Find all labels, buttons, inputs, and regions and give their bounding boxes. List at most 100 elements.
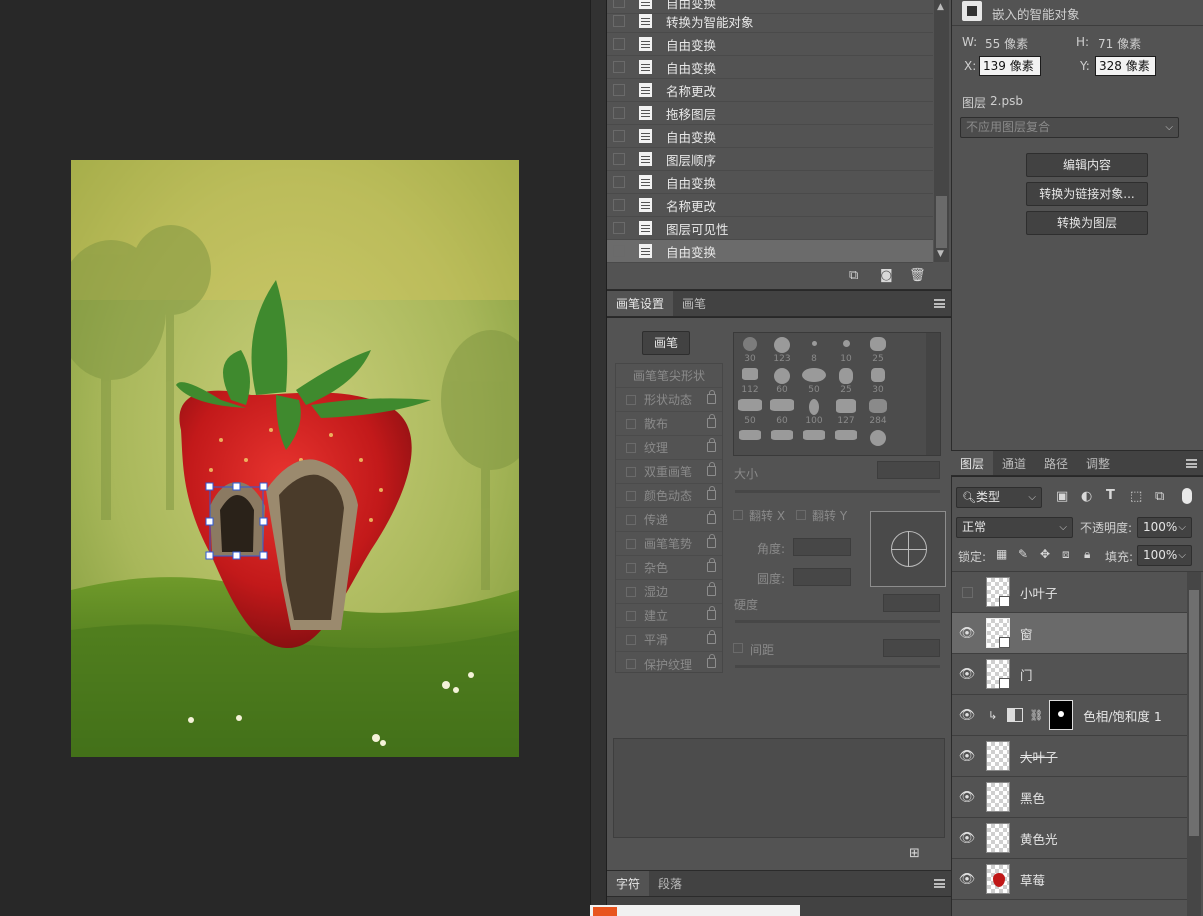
- history-item-selected[interactable]: 自由变换: [607, 240, 933, 263]
- option-checkbox[interactable]: [626, 562, 636, 573]
- width-value[interactable]: 55 像素: [985, 35, 1028, 52]
- layer-filter-select[interactable]: 🔍︎类型 ⌵: [956, 487, 1042, 508]
- pixel-filter-icon[interactable]: ▣: [1056, 489, 1068, 504]
- layer-row[interactable]: 👁︎ 黑色: [952, 777, 1188, 818]
- snapshot-source-checkbox[interactable]: [613, 153, 625, 165]
- history-item[interactable]: 自由变换: [607, 171, 933, 194]
- snapshot-source-checkbox[interactable]: [613, 15, 625, 27]
- brush-option[interactable]: 颜色动态: [616, 484, 722, 508]
- option-checkbox[interactable]: [626, 466, 636, 477]
- height-value[interactable]: 71 像素: [1098, 35, 1141, 52]
- hardness-slider[interactable]: [735, 620, 940, 623]
- snapshot-source-checkbox[interactable]: [613, 107, 625, 119]
- history-item[interactable]: 拖移图层: [607, 102, 933, 125]
- convert-to-layers-button[interactable]: 转换为图层: [1026, 211, 1148, 235]
- layer-name[interactable]: 黄色光: [1020, 829, 1058, 848]
- layer-row[interactable]: 👁︎ 大叶子: [952, 736, 1188, 777]
- brush-option[interactable]: 双重画笔: [616, 460, 722, 484]
- brush-tip-grid[interactable]: 30 123 8 10 25 112 60 50 25 30 50 60 100…: [733, 332, 941, 456]
- history-item[interactable]: 名称更改: [607, 194, 933, 217]
- roundness-field[interactable]: [793, 568, 851, 586]
- brush-option[interactable]: 画笔笔势: [616, 532, 722, 556]
- brush-tip[interactable]: 100: [798, 395, 830, 426]
- adjustment-filter-icon[interactable]: ◐: [1081, 489, 1092, 504]
- brush-tip[interactable]: 10: [830, 333, 862, 364]
- layers-scrollbar-thumb[interactable]: [1189, 590, 1199, 836]
- fill-field[interactable]: 100% ⌵: [1137, 545, 1192, 566]
- layer-mask-thumbnail[interactable]: [1049, 700, 1074, 730]
- tab-adjustments[interactable]: 调整: [1077, 451, 1119, 475]
- panel-menu-icon[interactable]: [1186, 459, 1197, 468]
- smart-object-filter-icon[interactable]: ⧉: [1155, 489, 1164, 504]
- layer-name[interactable]: 大叶子: [1020, 747, 1058, 766]
- opacity-field[interactable]: 100% ⌵: [1137, 517, 1192, 538]
- spacing-checkbox[interactable]: [733, 643, 743, 653]
- history-item[interactable]: 图层可见性: [607, 217, 933, 240]
- option-checkbox[interactable]: [626, 659, 636, 669]
- option-checkbox[interactable]: [626, 586, 636, 597]
- visibility-toggle-off[interactable]: [962, 586, 973, 598]
- size-slider[interactable]: [735, 490, 940, 493]
- option-checkbox[interactable]: [626, 418, 636, 429]
- snapshot-source-checkbox[interactable]: [613, 61, 625, 73]
- camera-icon[interactable]: ◙: [880, 268, 893, 283]
- lock-icon[interactable]: [707, 558, 716, 572]
- tab-layers[interactable]: 图层: [951, 451, 994, 475]
- layer-row-selected[interactable]: 👁︎ 窗: [952, 613, 1188, 654]
- new-brush-icon[interactable]: ⊞: [909, 846, 920, 861]
- brush-option[interactable]: 传递: [616, 508, 722, 532]
- tab-channels[interactable]: 通道: [993, 451, 1035, 475]
- hardness-field[interactable]: [883, 594, 940, 612]
- option-checkbox[interactable]: [626, 394, 636, 405]
- brush-option[interactable]: 建立: [616, 604, 722, 628]
- history-item[interactable]: 名称更改: [607, 79, 933, 102]
- eye-icon[interactable]: 👁︎: [952, 667, 982, 682]
- brush-tip[interactable]: 25: [862, 333, 894, 364]
- lock-image-icon[interactable]: ✎: [1018, 547, 1028, 561]
- tab-brushes[interactable]: 画笔: [673, 291, 715, 316]
- x-position-field[interactable]: 139 像素: [979, 56, 1041, 76]
- brush-tip[interactable]: [798, 426, 830, 457]
- snapshot-source-checkbox[interactable]: [613, 38, 625, 50]
- panel-menu-icon[interactable]: [934, 299, 945, 308]
- lock-icon[interactable]: [707, 438, 716, 452]
- brush-tip[interactable]: [766, 426, 798, 457]
- snapshot-source-checkbox[interactable]: [613, 199, 625, 211]
- brush-option[interactable]: 平滑: [616, 628, 722, 652]
- brush-tip[interactable]: [830, 426, 862, 457]
- eye-icon[interactable]: 👁︎: [952, 626, 982, 641]
- size-field[interactable]: [877, 461, 940, 479]
- layer-name[interactable]: 小叶子: [1020, 583, 1058, 602]
- layer-name[interactable]: 门: [1020, 665, 1033, 684]
- brush-tip[interactable]: 123: [766, 333, 798, 364]
- brush-tip[interactable]: 60: [766, 395, 798, 426]
- snapshot-source-checkbox[interactable]: [613, 176, 625, 188]
- convert-to-linked-button[interactable]: 转换为链接对象...: [1026, 182, 1148, 206]
- panel-menu-icon[interactable]: [934, 879, 945, 888]
- lock-icon[interactable]: [707, 654, 716, 668]
- history-scrollbar-thumb[interactable]: [936, 196, 947, 248]
- history-item[interactable]: 自由变换: [607, 125, 933, 148]
- spacing-field[interactable]: [883, 639, 940, 657]
- history-item[interactable]: 自由变换: [607, 56, 933, 79]
- angle-preview-widget[interactable]: [870, 511, 946, 587]
- snapshot-source-checkbox[interactable]: [613, 0, 625, 8]
- brush-option[interactable]: 杂色: [616, 556, 722, 580]
- scroll-down-icon[interactable]: ▼: [937, 249, 944, 259]
- lock-icon[interactable]: [707, 390, 716, 404]
- app-icon[interactable]: [593, 907, 617, 916]
- lock-icon[interactable]: [707, 606, 716, 620]
- layer-name[interactable]: 窗: [1020, 624, 1033, 643]
- brush-option[interactable]: 保护纹理: [616, 652, 722, 676]
- document-canvas[interactable]: [71, 160, 519, 757]
- snapshot-source-checkbox[interactable]: [613, 245, 625, 257]
- option-checkbox[interactable]: [626, 514, 636, 525]
- new-snapshot-icon[interactable]: ⧉: [849, 268, 858, 283]
- brush-tip[interactable]: 30: [862, 364, 894, 395]
- option-checkbox[interactable]: [626, 490, 636, 501]
- option-checkbox[interactable]: [626, 610, 636, 621]
- layer-name[interactable]: 草莓: [1020, 870, 1045, 889]
- lock-position-icon[interactable]: ✥: [1040, 547, 1050, 561]
- lock-icon[interactable]: [707, 582, 716, 596]
- lock-transparent-icon[interactable]: ▦: [996, 547, 1007, 561]
